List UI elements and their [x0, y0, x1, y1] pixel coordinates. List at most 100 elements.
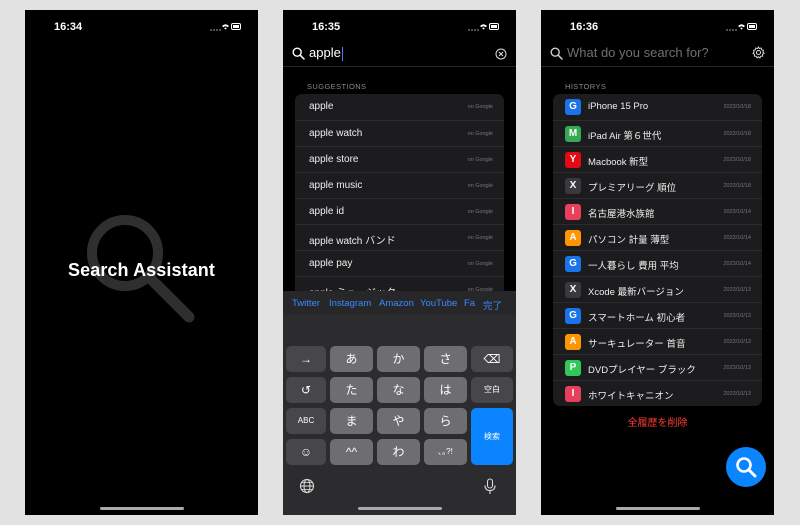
suggestion-label: apple music	[309, 180, 363, 191]
key[interactable]: た	[330, 377, 373, 403]
status-bar: 16:35	[283, 10, 516, 44]
key[interactable]: や	[377, 408, 420, 434]
key[interactable]: あ	[330, 346, 373, 372]
history-date: 2023/10/13	[723, 313, 751, 319]
site-icon: X	[565, 178, 581, 194]
key-space[interactable]: 空白	[471, 377, 513, 403]
search-fab-button[interactable]	[726, 447, 766, 487]
history-row[interactable]: A パソコン 計量 薄型 2023/10/14	[553, 224, 762, 250]
search-input[interactable]: What do you search for?	[567, 45, 709, 60]
key-abc[interactable]: ABC	[286, 408, 326, 434]
history-row[interactable]: I 名古屋港水族館 2023/10/14	[553, 198, 762, 224]
suggestion-label: apple	[309, 101, 334, 112]
site-icon: I	[565, 204, 581, 220]
history-row[interactable]: G 一人暮らし 費用 平均 2023/10/14	[553, 250, 762, 276]
key-arrow[interactable]: →	[286, 346, 326, 372]
gear-icon[interactable]	[752, 45, 765, 64]
home-indicator[interactable]	[99, 507, 184, 510]
launch-screen: 16:34 Search Assistant	[25, 10, 258, 515]
microphone-icon[interactable]	[483, 478, 497, 500]
suggestion-row[interactable]: apple store on Google	[295, 146, 504, 172]
keyboard-suggestion[interactable]: Twitter	[292, 298, 320, 309]
suggestion-source: on Google	[467, 157, 493, 163]
history-label: iPad Air 第６世代	[588, 131, 662, 142]
history-date: 2023/10/13	[723, 287, 751, 293]
history-label: Macbook 新型	[588, 157, 649, 168]
history-row[interactable]: A サーキュレーター 首音 2023/10/13	[553, 328, 762, 354]
search-bar[interactable]: What do you search for?	[541, 44, 774, 67]
history-label: プレミアリーグ 順位	[588, 183, 677, 194]
history-row[interactable]: Y Macbook 新型 2023/10/18	[553, 146, 762, 172]
history-row[interactable]: G スマートホーム 初心者 2023/10/13	[553, 302, 762, 328]
history-row[interactable]: I ホワイトキャニオン 2023/10/13	[553, 380, 762, 406]
history-row[interactable]: X Xcode 最新バージョン 2023/10/13	[553, 276, 762, 302]
suggestion-label: apple watch	[309, 128, 363, 139]
clear-search-button[interactable]	[495, 47, 507, 65]
keyboard-suggestion[interactable]: YouTube	[420, 298, 457, 309]
search-bar[interactable]: apple	[283, 44, 516, 67]
history-label: Xcode 最新バージョン	[588, 287, 684, 298]
suggestion-row[interactable]: apple id on Google	[295, 198, 504, 224]
search-enter-key[interactable]: 検索	[471, 408, 513, 465]
history-row[interactable]: X プレミアリーグ 順位 2023/10/18	[553, 172, 762, 198]
key[interactable]: さ	[424, 346, 467, 372]
home-indicator[interactable]	[615, 507, 700, 510]
history-date: 2023/10/14	[723, 235, 751, 241]
suggestion-row[interactable]: apple on Google	[295, 94, 504, 120]
status-icons	[468, 22, 500, 32]
history-row[interactable]: GiPhone 15 Pro 2023/10/18	[553, 94, 762, 120]
history-date: 2023/10/14	[723, 209, 751, 215]
history-label: スマートホーム 初心者	[588, 313, 686, 324]
key-emoji[interactable]: ☺	[286, 439, 326, 465]
keyboard-suggestion[interactable]: Fa	[464, 298, 475, 309]
history-row[interactable]: MiPad Air 第６世代 2023/10/18	[553, 120, 762, 146]
suggestion-row[interactable]: apple music on Google	[295, 172, 504, 198]
section-label-history: HISTORYS	[565, 82, 607, 91]
suggestion-row[interactable]: apple watch on Google	[295, 120, 504, 146]
site-icon: M	[565, 126, 581, 142]
key[interactable]: ま	[330, 408, 373, 434]
key[interactable]: ､｡?!	[424, 439, 467, 465]
site-icon: A	[565, 334, 581, 350]
status-icons	[210, 22, 242, 32]
key[interactable]: か	[377, 346, 420, 372]
history-date: 2023/10/14	[723, 261, 751, 267]
divider	[283, 66, 516, 67]
suggestion-source: on Google	[467, 261, 493, 267]
history-list: GiPhone 15 Pro 2023/10/18 MiPad Air 第６世代 2…	[553, 94, 762, 406]
history-screen: 16:36 What do you search for? HISTORYS G…	[541, 10, 774, 515]
home-indicator[interactable]	[357, 507, 442, 510]
suggestion-list: apple on Google apple watch on Google appl…	[295, 94, 504, 302]
history-label: ホワイトキャニオン	[588, 391, 674, 402]
history-date: 2023/10/18	[723, 157, 751, 163]
history-label: パソコン 計量 薄型	[588, 235, 670, 246]
history-label: DVDプレイヤー ブラック	[588, 365, 696, 376]
key[interactable]: わ	[377, 439, 420, 465]
globe-icon[interactable]	[299, 478, 315, 499]
suggestion-label: apple pay	[309, 258, 353, 269]
site-icon: X	[565, 282, 581, 298]
history-row[interactable]: P DVDプレイヤー ブラック 2023/10/13	[553, 354, 762, 380]
status-bar: 16:36	[541, 10, 774, 44]
suggestion-row[interactable]: apple watch バンド on Google	[295, 224, 504, 250]
history-date: 2023/10/18	[723, 131, 751, 137]
key[interactable]: は	[424, 377, 467, 403]
search-input[interactable]: apple	[309, 45, 343, 61]
status-time: 16:35	[312, 21, 341, 33]
key-undo[interactable]: ↺	[286, 377, 326, 403]
keyboard-suggestion[interactable]: Amazon	[379, 298, 414, 309]
suggestion-row[interactable]: apple pay on Google	[295, 250, 504, 276]
suggestion-source: on Google	[467, 131, 493, 137]
search-icon	[292, 47, 305, 65]
clear-icon	[495, 48, 507, 60]
keyboard-suggestion[interactable]: Instagram	[329, 298, 371, 309]
key[interactable]: な	[377, 377, 420, 403]
history-date: 2023/10/13	[723, 365, 751, 371]
key[interactable]: ら	[424, 408, 467, 434]
keyboard-done-button[interactable]: 完了	[483, 298, 502, 312]
delete-all-history-button[interactable]: 全履歴を削除	[541, 414, 774, 429]
site-icon: Y	[565, 152, 581, 168]
key[interactable]: ^^	[330, 439, 373, 465]
suggestions-screen: 16:35 apple SUGGESTIONS apple on Google a…	[283, 10, 516, 515]
key-backspace[interactable]: ⌫	[471, 346, 513, 372]
